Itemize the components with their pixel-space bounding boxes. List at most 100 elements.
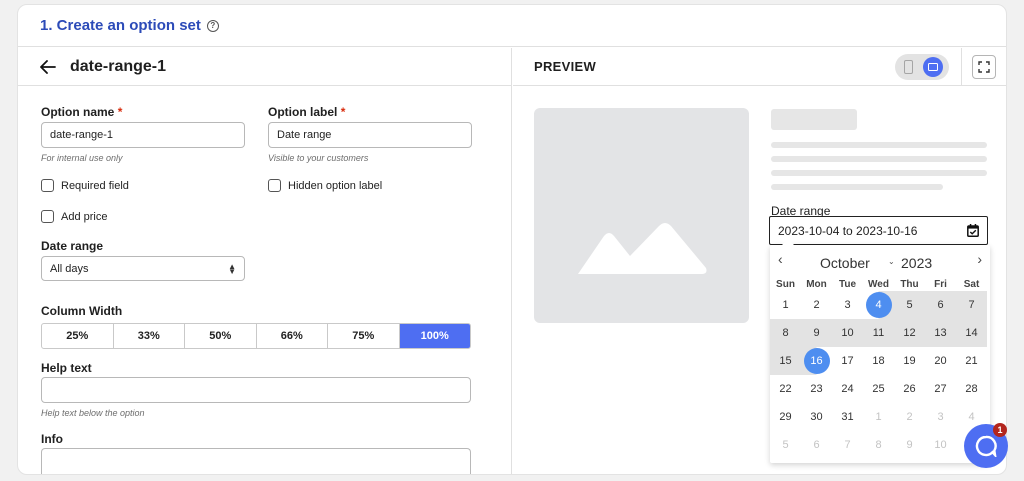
calendar-day[interactable]: 13 <box>925 319 956 347</box>
add-price-checkbox[interactable]: Add price <box>41 210 107 223</box>
required-marker: * <box>117 105 123 119</box>
weekday-label: Wed <box>868 279 889 290</box>
column-width-25[interactable]: 25% <box>42 324 114 348</box>
editor-panel: date-range-1 Option name * date-range-1 … <box>18 48 512 474</box>
date-range-value: 2023-10-04 to 2023-10-16 <box>778 223 918 238</box>
calendar-day[interactable]: 5 <box>894 291 925 319</box>
selected-day[interactable]: 4 <box>865 292 892 318</box>
select-caret-icon: ▲ ▼ <box>228 262 236 276</box>
select-value: All days <box>50 262 89 275</box>
option-label-input[interactable]: Date range <box>268 122 472 148</box>
hidden-option-label-checkbox[interactable]: Hidden option label <box>268 179 382 192</box>
checkbox-box[interactable] <box>41 179 54 192</box>
calendar-day[interactable]: 2 <box>894 403 925 431</box>
calendar-day[interactable]: 8 <box>863 431 894 459</box>
mountain-image-icon <box>578 223 707 274</box>
calendar-day[interactable]: 5 <box>770 431 801 459</box>
calendar-day[interactable]: 12 <box>894 319 925 347</box>
next-month-icon[interactable]: › <box>977 251 982 267</box>
calendar-day[interactable]: 29 <box>770 403 801 431</box>
checkbox-box[interactable] <box>268 179 281 192</box>
skeleton-line <box>771 156 987 162</box>
calendar-day[interactable]: 14 <box>956 319 987 347</box>
calendar-day[interactable]: 3 <box>925 403 956 431</box>
device-view-toggle <box>895 54 949 80</box>
checkbox-box[interactable] <box>41 210 54 223</box>
selected-day[interactable]: 16 <box>803 348 830 374</box>
calendar-week: 29 30 31 1 2 3 4 <box>770 403 990 431</box>
help-icon[interactable]: ? <box>206 19 219 32</box>
calendar-day[interactable]: 17 <box>832 347 863 375</box>
preview-title: PREVIEW <box>534 59 597 74</box>
fullscreen-button[interactable] <box>972 55 996 79</box>
weekday-label: Mon <box>806 279 827 290</box>
date-range-select[interactable]: All days ▲ ▼ <box>41 256 245 281</box>
calendar-day[interactable]: 19 <box>894 347 925 375</box>
calendar-day[interactable]: 22 <box>770 375 801 403</box>
option-set-card: 1. Create an option set ? date-range-1 O… <box>17 4 1007 475</box>
column-width-selector: 25% 33% 50% 66% 75% 100% <box>41 323 471 349</box>
calendar-day[interactable]: 30 <box>801 403 832 431</box>
calendar-day[interactable]: 7 <box>832 431 863 459</box>
option-name-input[interactable]: date-range-1 <box>41 122 245 148</box>
desktop-icon[interactable] <box>923 57 943 77</box>
calendar-day[interactable]: 28 <box>956 375 987 403</box>
calendar-day[interactable]: 27 <box>925 375 956 403</box>
column-width-75[interactable]: 75% <box>328 324 400 348</box>
calendar-day[interactable]: 11 <box>863 319 894 347</box>
calendar-day[interactable]: 1 <box>770 291 801 319</box>
calendar-day[interactable]: 15 <box>770 347 801 375</box>
calendar-day[interactable]: 7 <box>956 291 987 319</box>
calendar-month[interactable]: October <box>820 255 870 271</box>
calendar-year[interactable]: 2023 <box>901 255 932 271</box>
calendar-day[interactable]: 21 <box>956 347 987 375</box>
calendar-day[interactable]: 3 <box>832 291 863 319</box>
chat-bubble-icon <box>975 435 997 457</box>
chat-notification-badge: 1 <box>993 423 1007 437</box>
calendar-day[interactable]: 25 <box>863 375 894 403</box>
column-width-33[interactable]: 33% <box>114 324 185 348</box>
required-field-checkbox[interactable]: Required field <box>41 179 129 192</box>
prev-month-icon[interactable]: ‹ <box>778 251 783 267</box>
calendar-day[interactable]: 24 <box>832 375 863 403</box>
help-text-hint: Help text below the option <box>41 408 145 418</box>
calendar-day[interactable]: 23 <box>801 375 832 403</box>
header-divider <box>961 48 962 86</box>
calendar-day[interactable]: 4 <box>863 291 894 319</box>
calendar-day[interactable]: 6 <box>801 431 832 459</box>
chevron-down-icon[interactable]: ⌄ <box>888 257 895 266</box>
help-text-input[interactable] <box>41 377 471 403</box>
column-width-66[interactable]: 66% <box>257 324 328 348</box>
preview-date-range-input[interactable]: 2023-10-04 to 2023-10-16 <box>769 216 988 245</box>
product-image-placeholder <box>534 108 749 323</box>
column-width-50[interactable]: 50% <box>185 324 257 348</box>
skeleton-line <box>771 184 943 190</box>
weekday-label: Sat <box>963 279 980 290</box>
calendar-day[interactable]: 9 <box>894 431 925 459</box>
info-input[interactable] <box>41 448 471 474</box>
calendar-day[interactable]: 9 <box>801 319 832 347</box>
calendar-day[interactable]: 6 <box>925 291 956 319</box>
calendar-day[interactable]: 18 <box>863 347 894 375</box>
calendar-day[interactable]: 2 <box>801 291 832 319</box>
calendar-day-grid: 1 2 3 4 5 6 7 8 9 10 11 12 13 14 15 16 17 18 19 20 21 22 23 24 2… <box>770 291 990 459</box>
calendar-day[interactable]: 8 <box>770 319 801 347</box>
preview-header: PREVIEW <box>513 48 1006 86</box>
calendar-day[interactable]: 10 <box>925 431 956 459</box>
calendar-day[interactable]: 10 <box>832 319 863 347</box>
calendar-day[interactable]: 26 <box>894 375 925 403</box>
fullscreen-icon <box>978 61 990 73</box>
calendar-day[interactable]: 20 <box>925 347 956 375</box>
checkbox-label: Add price <box>61 210 108 223</box>
back-arrow-icon[interactable] <box>40 59 56 74</box>
column-width-label: Column Width <box>41 304 123 318</box>
required-marker: * <box>340 105 346 119</box>
calendar-header: ‹ October ⌄ 2023 › <box>770 245 990 275</box>
checkbox-label: Hidden option label <box>288 179 383 192</box>
mobile-icon[interactable] <box>904 60 913 74</box>
calendar-day[interactable]: 1 <box>863 403 894 431</box>
calendar-day[interactable]: 16 <box>801 347 832 375</box>
column-width-100[interactable]: 100% <box>399 324 470 348</box>
option-name-label: Option name * <box>41 105 123 119</box>
calendar-day[interactable]: 31 <box>832 403 863 431</box>
